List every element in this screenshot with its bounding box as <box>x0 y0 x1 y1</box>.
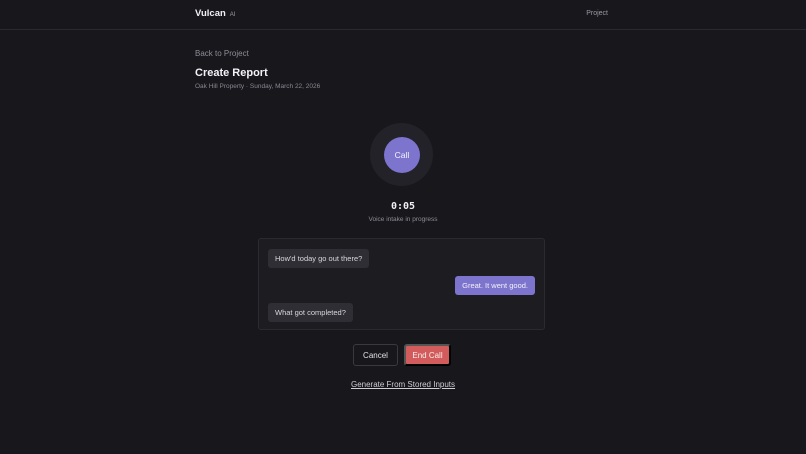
call-status: Voice intake in progress <box>368 216 438 223</box>
page-title: Create Report <box>195 67 268 79</box>
brand-tag: AI <box>229 12 236 18</box>
cancel-button[interactable]: Cancel <box>353 344 398 366</box>
call-button[interactable]: Call <box>384 137 420 173</box>
brand-logo[interactable]: Vulcan AI <box>195 8 235 19</box>
user-message: Great. It went good. <box>455 276 535 295</box>
brand-name: Vulcan <box>195 8 226 19</box>
top-bar: Vulcan AI Project <box>0 0 806 30</box>
page-subtitle: Oak Hill Property · Sunday, March 22, 20… <box>195 83 321 90</box>
nav-project-link[interactable]: Project <box>586 10 608 17</box>
back-to-project-link[interactable]: Back to Project <box>195 49 249 58</box>
agent-message: How'd today go out there? <box>268 249 370 268</box>
agent-message: What got completed? <box>268 303 353 322</box>
generate-from-stored-inputs-link[interactable]: Generate From Stored Inputs <box>0 380 806 389</box>
end-call-button[interactable]: End Call <box>404 344 451 366</box>
transcript-panel: How'd today go out there? Great. It went… <box>258 238 545 330</box>
call-timer: 0:05 <box>390 201 416 212</box>
